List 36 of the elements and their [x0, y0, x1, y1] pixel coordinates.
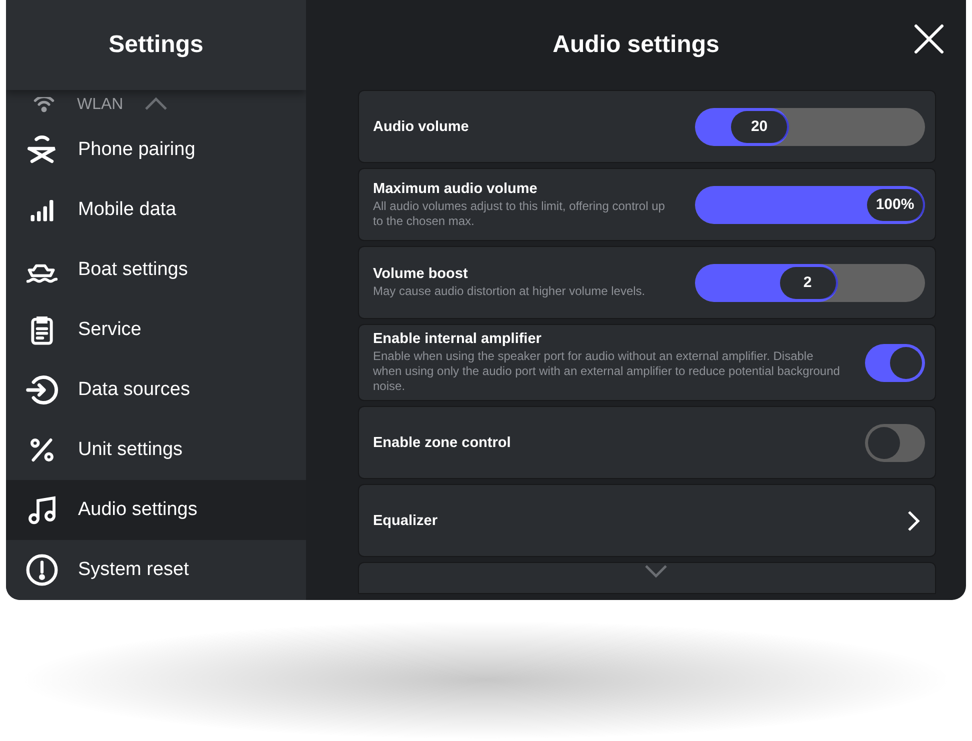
toggle-switch[interactable] [865, 344, 925, 382]
sidebar-item[interactable]: Phone pairing [6, 120, 306, 180]
slider-thumb[interactable]: 100% [867, 188, 923, 220]
slider-track[interactable]: 20 [695, 108, 925, 146]
sidebar-item[interactable]: System reset [6, 540, 306, 600]
sidebar-item[interactable]: WLAN [77, 96, 124, 114]
setting-label: Equalizer [373, 512, 438, 528]
chevron-down-icon[interactable] [644, 564, 668, 578]
setting-label: Audio volume [373, 118, 470, 134]
sidebar-item[interactable]: Data sources [6, 360, 306, 420]
toggle-switch[interactable] [865, 424, 925, 462]
music-note-icon [26, 494, 58, 526]
sidebar-item[interactable]: Service [6, 300, 306, 360]
setting-description: All audio volumes adjust to this limit, offering control up to the chosen max. [373, 198, 666, 228]
setting-description: May cause audio distortion at higher volume levels. [373, 284, 646, 299]
setting-label: Enable internal amplifier [373, 331, 542, 347]
setting-label: Enable zone control [373, 434, 512, 450]
setting-description: Enable when using the speaker port for audio without an external amplifier. Disable when using only the audio port with an external amplifier to reduce potential background noise. [373, 349, 841, 394]
chevron-up-icon[interactable] [144, 97, 168, 111]
chevron-right-icon[interactable] [907, 510, 921, 532]
slider-thumb[interactable]: 2 [780, 266, 836, 298]
setting-label: Maximum audio volume [373, 180, 538, 196]
sign-in-icon [25, 373, 59, 407]
sidebar-item[interactable]: Mobile data [6, 180, 306, 240]
slider-track[interactable]: 2 [695, 264, 925, 302]
sidebar-item[interactable]: Unit settings [6, 420, 306, 480]
wifi-icon [33, 97, 55, 113]
sidebar-item[interactable]: Audio settings [6, 480, 306, 540]
slider-track[interactable]: 100% [695, 186, 925, 224]
slider-thumb[interactable]: 20 [731, 110, 788, 142]
exclamation-circle-icon [25, 553, 59, 587]
page-title: Audio settings [552, 31, 720, 59]
sidebar-item[interactable]: Boat settings [6, 240, 306, 300]
sidebar-title: Settings [108, 31, 204, 59]
equalizer-row[interactable]: Equalizer [358, 484, 936, 557]
setting-label: Volume boost [373, 266, 469, 282]
